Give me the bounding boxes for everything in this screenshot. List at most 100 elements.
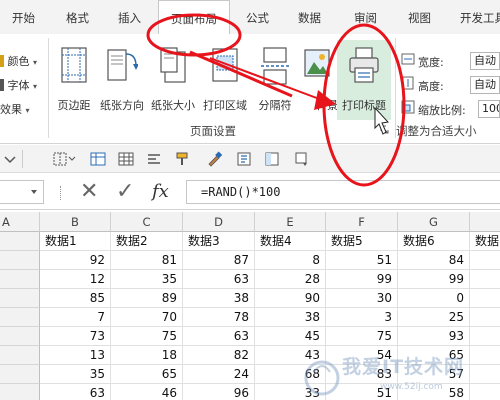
brush-icon[interactable]	[206, 151, 222, 167]
row-header[interactable]	[0, 308, 40, 327]
data-cell[interactable]: 81	[111, 251, 183, 270]
theme-effects-button[interactable]: 效果 ▾	[0, 100, 30, 120]
theme-fonts-button[interactable]: 字体 ▾	[0, 76, 37, 96]
resize-handle[interactable]	[60, 186, 62, 200]
row-header[interactable]	[0, 346, 40, 365]
margins-button[interactable]: 页边距	[52, 40, 96, 120]
data-cell[interactable]: 30	[326, 289, 398, 308]
header-cell[interactable]: 数据3	[183, 232, 255, 251]
data-cell[interactable]: 28	[255, 270, 326, 289]
data-cell[interactable]: 0	[398, 289, 470, 308]
freeze-panes-icon[interactable]	[264, 151, 280, 167]
sort-icon[interactable]	[236, 151, 252, 167]
data-cell[interactable]: 63	[183, 270, 255, 289]
header-cell[interactable]: 数据5	[326, 232, 398, 251]
column-header[interactable]: A	[0, 212, 40, 232]
data-cell[interactable]: 7	[40, 308, 111, 327]
cancel-formula-button[interactable]: ✕	[80, 179, 98, 205]
data-cell[interactable]: 99	[398, 270, 470, 289]
row-header[interactable]	[0, 232, 40, 251]
data-cell[interactable]: 45	[255, 327, 326, 346]
format-painter-icon[interactable]	[174, 151, 190, 167]
chevron-down-icon[interactable]	[30, 188, 38, 196]
insert-function-button[interactable]: fx	[152, 180, 169, 204]
data-cell[interactable]: 8	[255, 251, 326, 270]
column-header[interactable]: B	[40, 212, 111, 232]
data-cell[interactable]	[470, 289, 500, 308]
tab-developer[interactable]: 开发工具	[460, 0, 500, 34]
column-header[interactable]: D	[183, 212, 255, 232]
column-header[interactable]: G	[398, 212, 470, 232]
data-cell[interactable]: 63	[40, 384, 111, 400]
data-cell[interactable]: 35	[111, 270, 183, 289]
tab-home[interactable]: 开始	[12, 0, 35, 34]
data-cell[interactable]: 70	[111, 308, 183, 327]
data-cell[interactable]: 90	[255, 289, 326, 308]
data-cell[interactable]: 12	[40, 270, 111, 289]
table-icon[interactable]	[90, 151, 106, 167]
data-cell[interactable]: 78	[183, 308, 255, 327]
enter-formula-button[interactable]: ✓	[116, 179, 134, 205]
formula-input[interactable]: =RAND()*100	[186, 180, 500, 204]
data-cell[interactable]: 24	[183, 365, 255, 384]
data-cell[interactable]: 85	[40, 289, 111, 308]
data-cell[interactable]: 51	[326, 251, 398, 270]
background-button[interactable]: 背景	[298, 40, 338, 120]
row-header[interactable]	[0, 327, 40, 346]
tab-review[interactable]: 审阅	[354, 0, 377, 34]
theme-colors-button[interactable]: 颜色 ▾	[0, 52, 37, 72]
tab-formulas[interactable]: 公式	[246, 0, 269, 34]
data-cell[interactable]: 93	[398, 327, 470, 346]
row-header[interactable]	[0, 365, 40, 384]
data-cell[interactable]	[470, 270, 500, 289]
customize-toolbar-icon[interactable]	[294, 151, 310, 167]
row-header[interactable]	[0, 251, 40, 270]
data-cell[interactable]: 92	[40, 251, 111, 270]
data-cell[interactable]: 35	[40, 365, 111, 384]
tab-insert[interactable]: 插入	[118, 0, 141, 34]
tab-data[interactable]: 数据	[298, 0, 321, 34]
data-cell[interactable]: 13	[40, 346, 111, 365]
header-cell[interactable]: 数据	[470, 232, 500, 251]
header-cell[interactable]: 数据4	[255, 232, 326, 251]
chevron-down-icon[interactable]	[2, 151, 18, 167]
tab-view[interactable]: 视图	[408, 0, 431, 34]
data-cell[interactable]: 46	[111, 384, 183, 400]
data-cell[interactable]: 84	[398, 251, 470, 270]
data-cell[interactable]	[470, 251, 500, 270]
align-icon[interactable]	[146, 151, 162, 167]
data-cell[interactable]	[470, 308, 500, 327]
data-cell[interactable]: 87	[183, 251, 255, 270]
data-cell[interactable]: 99	[326, 270, 398, 289]
header-cell[interactable]: 数据6	[398, 232, 470, 251]
grid-icon[interactable]	[118, 151, 134, 167]
orientation-button[interactable]: 纸张方向	[97, 40, 147, 120]
data-cell[interactable]: 18	[111, 346, 183, 365]
column-header[interactable]: C	[111, 212, 183, 232]
row-header[interactable]	[0, 384, 40, 400]
header-cell[interactable]: 数据2	[111, 232, 183, 251]
data-cell[interactable]: 73	[40, 327, 111, 346]
chevron-down-icon[interactable]	[68, 151, 76, 167]
column-header[interactable]	[470, 212, 500, 232]
data-cell[interactable]: 25	[398, 308, 470, 327]
breaks-button[interactable]: 分隔符	[253, 40, 297, 120]
data-cell[interactable]	[470, 327, 500, 346]
scale-input[interactable]: 100	[478, 100, 500, 118]
data-cell[interactable]: 3	[326, 308, 398, 327]
column-header[interactable]: F	[326, 212, 398, 232]
dialog-launcher-icon[interactable]	[380, 125, 390, 135]
data-cell[interactable]: 89	[111, 289, 183, 308]
data-cell[interactable]: 96	[183, 384, 255, 400]
data-cell[interactable]: 38	[183, 289, 255, 308]
tab-page-layout[interactable]: 页面布局	[158, 0, 230, 34]
data-cell[interactable]: 38	[255, 308, 326, 327]
print-titles-button[interactable]: 打印标题	[337, 40, 391, 120]
data-cell[interactable]: 82	[183, 346, 255, 365]
print-area-button[interactable]: 打印区域	[199, 40, 251, 120]
column-header[interactable]: E	[255, 212, 326, 232]
data-cell[interactable]: 75	[326, 327, 398, 346]
size-button[interactable]: 纸张大小	[148, 40, 198, 120]
header-cell[interactable]: 数据1	[40, 232, 111, 251]
width-select[interactable]: 自动	[470, 52, 500, 70]
